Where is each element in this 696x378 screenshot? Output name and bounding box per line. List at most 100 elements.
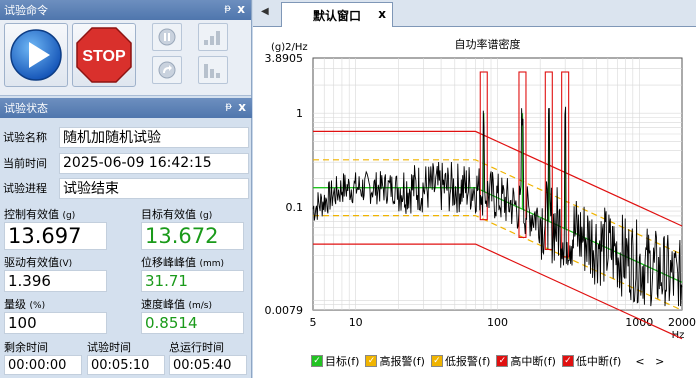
command-panel-title: 试验命令 — [4, 4, 48, 17]
control-rms-label-text: 控制有效值 — [4, 208, 59, 221]
level-up-icon — [204, 31, 220, 45]
command-panel-header: 试验命令 ᵽ x — [0, 0, 251, 20]
x-tick-label: 1000 — [625, 316, 653, 329]
total-time-value: 00:05:40 — [169, 355, 247, 375]
x-tick-label: 100 — [487, 316, 508, 329]
y-tick-label: 0.1 — [286, 201, 304, 214]
test-time-label: 试验时间 — [87, 341, 131, 354]
target-rms-value: 13.672 — [141, 222, 244, 250]
drive-rms-label: 驱动有效值(V) — [4, 254, 72, 270]
checkbox-icon[interactable]: ✓ — [430, 355, 443, 367]
app-root: 试验命令 ᵽ x STOP 试验状态 ᵽ x 试验名称 随机加随机试验 当前时间… — [0, 0, 696, 378]
checkbox-icon[interactable]: ✓ — [496, 355, 509, 367]
legend-label: 目标(f) — [325, 355, 360, 368]
status-panel-header: 试验状态 ᵽ x — [0, 98, 252, 118]
y-tick-label: 1 — [296, 107, 303, 120]
status-panel-title: 试验状态 — [4, 102, 48, 115]
legend-item[interactable]: ✓ 低报警(f) — [430, 353, 491, 369]
legend-scroll-right-icon[interactable]: > — [655, 355, 664, 368]
x-tick-label: 10 — [349, 316, 363, 329]
tab-nav-left-icon[interactable]: ◀ — [261, 6, 269, 17]
redo-icon — [158, 61, 176, 79]
main-view: ◀ 默认窗口 x 自功率谱密度 (g)2/Hz 3.8905 1 0.1 0.0079 5 1… — [253, 0, 696, 378]
drive-rms-label-text: 驱动有效值 — [4, 256, 59, 269]
control-rms-unit: (g) — [62, 211, 76, 221]
legend-item[interactable]: ✓ 低中断(f) — [561, 353, 622, 369]
play-icon — [10, 29, 62, 81]
pause-button[interactable] — [152, 23, 182, 51]
pause-icon — [158, 28, 176, 46]
vel-peak-label-text: 速度峰值 — [141, 298, 185, 311]
test-time-value: 00:05:10 — [87, 355, 165, 375]
target-rms-label-text: 目标有效值 — [141, 208, 196, 221]
resume-button[interactable] — [152, 56, 182, 84]
checkbox-icon[interactable]: ✓ — [365, 355, 378, 367]
psd-chart-svg: 自功率谱密度(g)2/Hz3.890510.10.00795 10 100 1000 2… — [265, 37, 696, 341]
close-icon[interactable]: x — [237, 2, 245, 16]
target-rms-label: 目标有效值 (g) — [141, 206, 212, 222]
legend-scroll-left-icon[interactable]: < — [635, 355, 644, 368]
chart-title: 自功率谱密度 — [455, 37, 521, 51]
x-tick-label: 2000 — [668, 316, 696, 329]
chart-legend: ✓ 目标(f) ✓ 高报警(f) ✓ 低报警(f) ✓ 高中断(f) ✓ 低中断(f) < > — [311, 350, 664, 372]
legend-label: 高报警(f) — [379, 355, 425, 368]
stop-icon: STOP — [76, 27, 132, 83]
x-axis-label: Hz — [672, 330, 685, 341]
stop-button[interactable]: STOP — [72, 23, 136, 87]
disp-peak-label: 位移峰峰值 (mm) — [141, 254, 224, 270]
test-name-value: 随机加随机试验 — [59, 126, 249, 148]
legend-item[interactable]: ✓ 目标(f) — [311, 353, 359, 369]
target-rms-unit: (g) — [199, 211, 213, 221]
y-tick-label: 0.0079 — [265, 304, 304, 317]
test-name-label: 试验名称 — [3, 131, 47, 144]
vel-peak-value: 0.8514 — [141, 312, 244, 334]
current-time-value: 2025-06-09 16:42:15 — [59, 152, 249, 174]
legend-scroll[interactable]: < > — [635, 355, 664, 368]
progress-value: 试验结束 — [59, 177, 249, 199]
remaining-value: 00:00:00 — [4, 355, 82, 375]
legend-item[interactable]: ✓ 高报警(f) — [365, 353, 425, 369]
stop-label: STOP — [82, 48, 126, 65]
level-up-button[interactable] — [198, 23, 228, 51]
pin-icon[interactable]: ᵽ — [224, 3, 231, 14]
level-down-icon — [204, 64, 220, 78]
checkbox-icon[interactable]: ✓ — [561, 355, 574, 367]
legend-label: 低中断(f) — [575, 355, 622, 368]
legend-item[interactable]: ✓ 高中断(f) — [496, 353, 556, 369]
x-tick-label: 5 — [310, 316, 317, 329]
legend-label: 低报警(f) — [444, 355, 491, 368]
level-label: 量级 (%) — [4, 296, 45, 312]
control-rms-value: 13.697 — [4, 222, 107, 250]
tab-label: 默认窗口 — [312, 8, 361, 23]
progress-label: 试验进程 — [3, 182, 47, 195]
control-rms-label: 控制有效值 (g) — [4, 206, 75, 222]
left-panel: 试验命令 ᵽ x STOP 试验状态 ᵽ x 试验名称 随机加随机试验 当前时间… — [0, 0, 252, 378]
progress-row: 试验进程 试验结束 — [3, 177, 249, 199]
y-tick-label: 3.8905 — [265, 52, 304, 65]
drive-rms-value: 1.396 — [4, 270, 107, 292]
disp-peak-value: 31.71 — [141, 270, 244, 292]
level-label-text: 量级 — [4, 298, 26, 311]
vel-peak-unit: (m/s) — [188, 301, 213, 311]
total-time-label: 总运行时间 — [169, 341, 224, 354]
remaining-label: 剩余时间 — [4, 341, 48, 354]
tab-default-window[interactable]: 默认窗口 x — [281, 2, 393, 27]
pin-icon[interactable]: ᵽ — [225, 101, 232, 112]
level-value: 100 — [4, 312, 107, 334]
drive-rms-unit: (V) — [59, 259, 73, 269]
psd-chart: 自功率谱密度 (g)2/Hz 3.8905 1 0.1 0.0079 5 10 100 1000 2… — [253, 28, 696, 378]
vel-peak-label: 速度峰值 (m/s) — [141, 296, 212, 312]
checkbox-icon[interactable]: ✓ — [311, 355, 323, 367]
legend-label: 高中断(f) — [510, 355, 556, 368]
disp-peak-label-text: 位移峰峰值 — [141, 256, 196, 269]
level-down-button[interactable] — [198, 56, 228, 84]
current-time-row: 当前时间 2025-06-09 16:42:15 — [3, 152, 249, 174]
disp-peak-unit: (mm) — [199, 259, 225, 269]
start-button[interactable] — [4, 23, 68, 87]
close-icon[interactable]: x — [378, 7, 386, 21]
level-unit: (%) — [29, 301, 46, 311]
close-icon[interactable]: x — [238, 100, 246, 114]
current-time-label: 当前时间 — [3, 157, 47, 170]
tab-bar: ◀ 默认窗口 x — [253, 0, 696, 27]
test-name-row: 试验名称 随机加随机试验 — [3, 126, 249, 148]
